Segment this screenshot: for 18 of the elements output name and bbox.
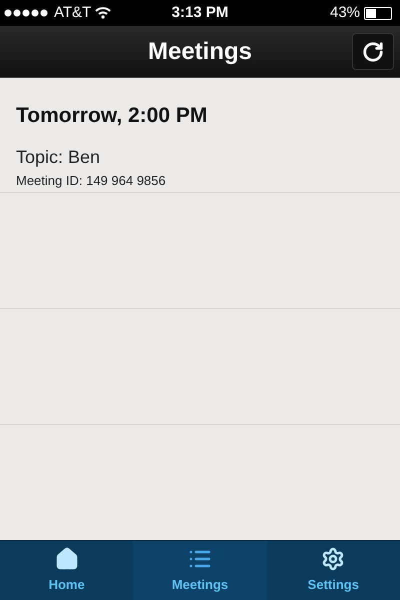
tab[interactable]: Settings (266, 541, 400, 600)
refresh-icon (362, 40, 384, 62)
status-time: 3:13 PM (172, 2, 228, 23)
meeting-id: Meeting ID: 149 964 9856 (16, 172, 167, 190)
refresh-button[interactable] (352, 33, 394, 70)
home-icon (54, 546, 79, 571)
meeting-topic: Topic: Ben (16, 146, 102, 169)
signal-icon (4, 9, 50, 17)
meeting-time: Tomorrow, 2:00 PM (16, 103, 208, 129)
battery-icon (364, 6, 392, 20)
carrier: AT&T (54, 2, 92, 23)
tab[interactable]: Meetings (133, 541, 267, 600)
battery-percent: 43% (330, 2, 360, 23)
nav-title: Meetings (148, 36, 252, 66)
meeting-row[interactable]: Tomorrow, 2:00 PM Topic: Ben Meeting ID: 149 964 9856 (0, 78, 400, 193)
tab[interactable]: Home (0, 541, 134, 600)
settings-icon (321, 546, 346, 571)
wifi-icon (95, 7, 112, 19)
